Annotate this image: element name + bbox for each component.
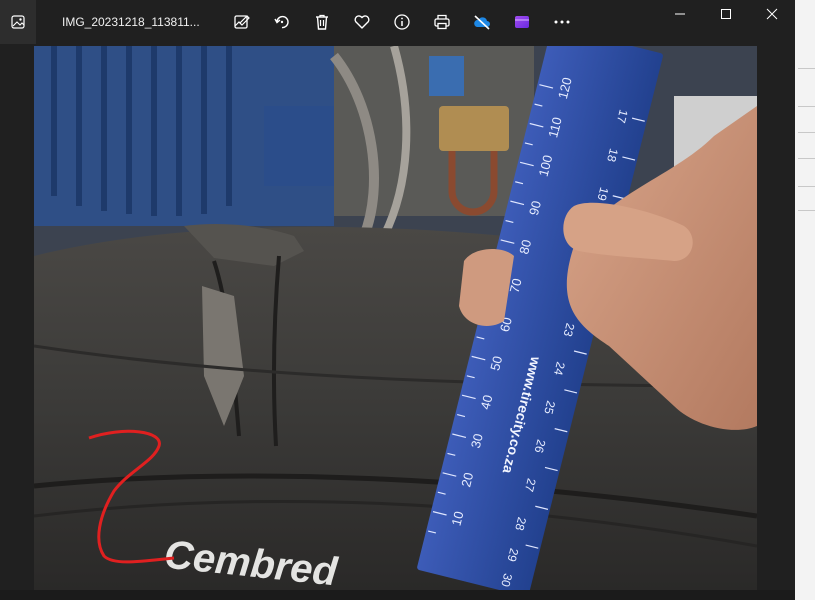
image-toolbar — [222, 0, 582, 44]
delete-button[interactable] — [302, 0, 342, 44]
onedrive-button[interactable] — [462, 0, 502, 44]
photo-viewer[interactable]: Cembred 120 110 100 90 80 70 60 50 40 30… — [34, 46, 757, 590]
print-button[interactable] — [422, 0, 462, 44]
background-divider — [798, 132, 815, 133]
trash-icon — [316, 14, 328, 30]
background-window-edge — [795, 0, 815, 600]
more-icon — [554, 20, 570, 24]
favorite-button[interactable] — [342, 0, 382, 44]
info-icon — [394, 14, 410, 30]
background-divider — [798, 106, 815, 107]
edit-image-button[interactable] — [222, 0, 262, 44]
background-divider — [798, 186, 815, 187]
heart-icon — [354, 15, 370, 29]
window-controls — [657, 0, 795, 28]
cloud-off-icon — [474, 15, 490, 30]
minimize-icon — [675, 13, 685, 15]
minimize-button[interactable] — [657, 0, 703, 28]
close-icon — [766, 8, 778, 20]
video-editor-icon — [515, 16, 529, 28]
maximize-button[interactable] — [703, 0, 749, 28]
photos-app-icon[interactable] — [0, 0, 36, 44]
printer-icon — [434, 14, 450, 30]
rotate-button[interactable] — [262, 0, 302, 44]
background-divider — [798, 68, 815, 69]
background-divider — [798, 158, 815, 159]
close-button[interactable] — [749, 0, 795, 28]
tire-photo: Cembred 120 110 100 90 80 70 60 50 40 30… — [34, 46, 757, 590]
window-title: IMG_20231218_113811... — [62, 15, 200, 29]
rotate-icon — [274, 15, 289, 29]
maximize-icon — [721, 9, 731, 19]
photos-app-window: IMG_20231218_113811... Cembred 120 110 1… — [0, 0, 795, 600]
file-info-button[interactable] — [382, 0, 422, 44]
filmstrip-bar — [0, 590, 795, 600]
background-divider — [798, 210, 815, 211]
clipchamp-button[interactable] — [502, 0, 542, 44]
more-options-button[interactable] — [542, 0, 582, 44]
edit-image-icon — [234, 15, 250, 29]
